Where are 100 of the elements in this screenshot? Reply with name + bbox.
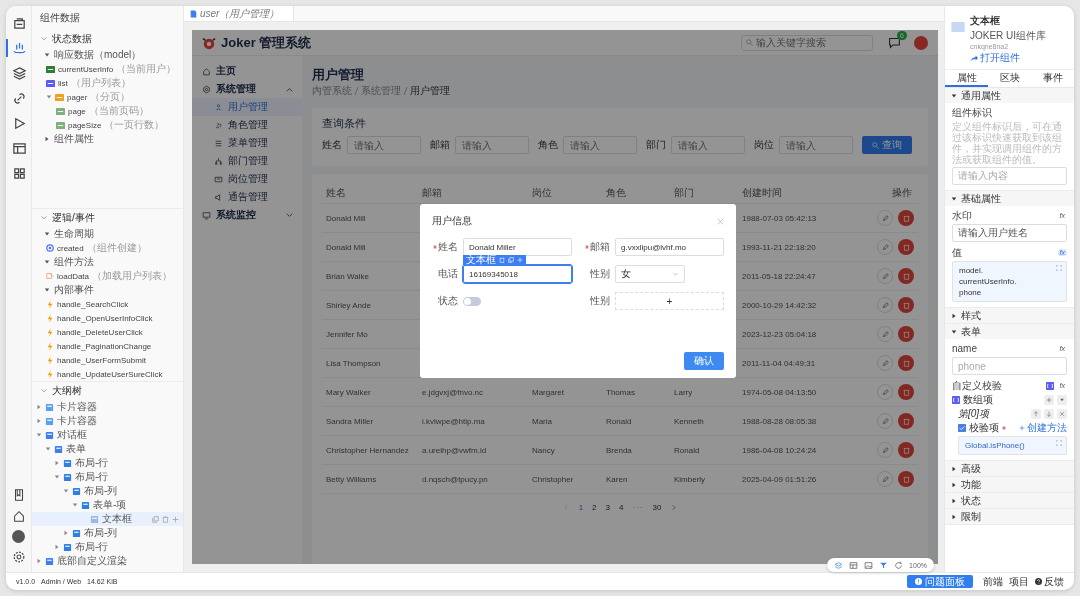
caret-icon[interactable] <box>951 195 957 202</box>
delete-button[interactable] <box>898 210 914 226</box>
outline-node[interactable]: 布局-列 <box>32 484 183 498</box>
message-icon[interactable] <box>888 36 901 49</box>
item-name[interactable]: currentUserInfo <box>58 64 114 74</box>
caret-icon[interactable] <box>951 465 957 472</box>
delete-button[interactable] <box>898 384 914 400</box>
menu-item[interactable]: 系统监控 <box>192 206 302 224</box>
copy-icon[interactable] <box>152 515 159 523</box>
dropdown-button[interactable] <box>1057 395 1067 405</box>
section-title[interactable]: 限制 <box>961 509 981 524</box>
menu-item[interactable]: 角色管理 <box>192 116 302 134</box>
caret-icon[interactable] <box>951 312 957 319</box>
item-name[interactable]: page <box>68 106 86 116</box>
outline-node[interactable]: 底部自定义渲染 <box>32 554 183 568</box>
section-title[interactable]: 功能 <box>961 477 981 492</box>
user-avatar[interactable] <box>12 530 25 543</box>
next-icon[interactable] <box>670 503 678 511</box>
input-field[interactable]: 请输入 <box>563 136 637 154</box>
section-title[interactable]: 样式 <box>961 308 981 323</box>
section-title[interactable]: 表单 <box>961 324 981 339</box>
menu-item[interactable]: 菜单管理 <box>192 134 302 152</box>
outline-node[interactable]: 布局-行 <box>32 540 183 554</box>
item-name[interactable]: handle_SearchClick <box>57 299 129 309</box>
move-up-button[interactable] <box>1031 409 1041 419</box>
edit-button[interactable] <box>877 384 893 400</box>
edit-button[interactable] <box>877 413 893 429</box>
chevron-icon[interactable] <box>285 210 294 220</box>
delete-button[interactable] <box>898 471 914 487</box>
caret-icon[interactable] <box>44 287 50 293</box>
move-down-button[interactable] <box>1044 409 1054 419</box>
close-icon[interactable] <box>717 217 724 225</box>
caret-icon[interactable] <box>44 52 50 58</box>
delete-button[interactable] <box>898 268 914 284</box>
delete-button[interactable] <box>898 413 914 429</box>
problems-button[interactable]: 问题面板 <box>907 575 973 588</box>
status-link[interactable]: 反馈 <box>1035 574 1064 589</box>
caret-icon[interactable] <box>951 481 957 488</box>
filter-icon[interactable] <box>879 560 889 570</box>
delete-icon[interactable] <box>162 515 169 523</box>
menu-item[interactable]: 岗位管理 <box>192 170 302 188</box>
open-component-link[interactable]: 打开组件 <box>970 51 1068 65</box>
status-link[interactable]: 前端 <box>983 574 1003 589</box>
outline-node[interactable]: 布局-行 <box>32 456 183 470</box>
page-button[interactable]: 4 <box>619 502 624 512</box>
delete-button[interactable] <box>898 326 914 342</box>
input-field[interactable]: 请输入 <box>671 136 745 154</box>
edit-button[interactable] <box>877 471 893 487</box>
outline-node[interactable]: 表单-项 <box>32 498 183 512</box>
edit-button[interactable] <box>877 239 893 255</box>
outline-node[interactable]: 布局-列 <box>32 526 183 540</box>
select-field[interactable]: 女 <box>615 265 685 283</box>
section-title[interactable]: 高级 <box>961 461 981 476</box>
item-name[interactable]: pager <box>67 92 88 102</box>
item-name[interactable]: loadData <box>57 271 90 281</box>
outline-node[interactable]: 对话框 <box>32 428 183 442</box>
page-button[interactable]: 30 <box>652 502 662 512</box>
menu-item[interactable]: 系统管理 <box>192 80 302 98</box>
caret-icon[interactable] <box>951 92 957 99</box>
settings-icon[interactable] <box>11 550 26 564</box>
delete-button[interactable] <box>898 297 914 313</box>
caret-icon[interactable] <box>951 497 957 504</box>
input-field[interactable]: 16169345018 <box>463 265 572 283</box>
panel-tab[interactable]: 区块 <box>988 70 1031 87</box>
page-button[interactable]: 2 <box>592 502 597 512</box>
refresh-icon[interactable] <box>894 560 904 570</box>
item-name[interactable]: created <box>57 243 84 253</box>
menu-item[interactable]: 主页 <box>192 62 302 80</box>
item-name[interactable]: handle_UpdateUserSureClick <box>57 369 163 379</box>
outline-node[interactable]: 文本框 <box>32 512 183 526</box>
array-icon[interactable] <box>1045 381 1054 390</box>
caret-icon[interactable] <box>44 231 50 237</box>
code-editor[interactable]: model. currentUserInfo. phone <box>952 261 1067 302</box>
add-icon[interactable] <box>172 515 179 523</box>
panel-tab[interactable]: 事件 <box>1031 70 1074 87</box>
chevron-icon[interactable] <box>40 214 48 222</box>
menu-item[interactable]: 通告管理 <box>192 188 302 206</box>
code-editor[interactable]: Global.isPhone() <box>958 436 1067 455</box>
page-button[interactable]: 1 <box>578 502 584 512</box>
add-button[interactable] <box>1044 395 1054 405</box>
item-name[interactable]: handle_PaginationChange <box>57 341 152 351</box>
edit-button[interactable] <box>877 210 893 226</box>
item-name[interactable]: handle_UserFormSubmit <box>57 355 146 365</box>
text-area[interactable]: 请输入用户姓名 <box>952 224 1067 242</box>
edit-button[interactable] <box>877 326 893 342</box>
user-avatar[interactable] <box>914 35 928 50</box>
status-link[interactable]: 项目 <box>1009 574 1029 589</box>
home-icon[interactable] <box>11 509 26 523</box>
caret-icon[interactable] <box>951 328 957 335</box>
search-field[interactable]: 输入关键字搜索 <box>741 34 873 51</box>
menu-item[interactable]: 部门管理 <box>192 152 302 170</box>
input-field[interactable]: 请输入 <box>347 136 421 154</box>
file-tab[interactable]: user（用户管理） <box>184 6 295 21</box>
item-name[interactable]: pageSize <box>68 120 102 130</box>
edit-button[interactable] <box>877 297 893 313</box>
caret-icon[interactable] <box>44 259 50 265</box>
edit-button[interactable] <box>877 442 893 458</box>
delete-button[interactable] <box>898 355 914 371</box>
delete-button[interactable] <box>898 442 914 458</box>
chevron-icon[interactable] <box>40 387 48 395</box>
